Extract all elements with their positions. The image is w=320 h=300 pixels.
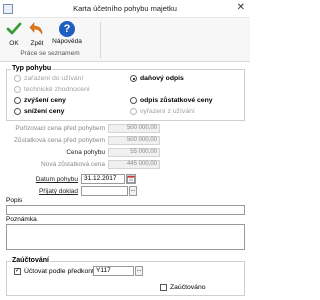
ribbon-toolbar: OK Zpět ? Nápověda Práce se seznamem: [0, 18, 250, 62]
predefinition-browse-button[interactable]: ...: [135, 266, 143, 276]
acquisition-before-label: Pořizovací cena před pohybem: [15, 125, 105, 132]
date-label: Datum pohybu: [35, 176, 78, 183]
radio-dot: [130, 75, 137, 82]
back-label: Zpět: [30, 40, 44, 47]
radio-danovy-odpis[interactable]: daňový odpis: [130, 75, 184, 82]
new-residual-label: Nová zůstatková cena: [41, 161, 105, 168]
document-browse-button[interactable]: ...: [129, 186, 137, 196]
accounting-legend: Zaúčtování: [11, 257, 50, 264]
radio-label: vyřazení z užívání: [140, 108, 195, 115]
document-label: Přijatý doklad: [38, 188, 78, 195]
ok-label: OK: [9, 40, 19, 47]
checkmark-icon: [6, 22, 22, 35]
checkbox-box: ✓: [14, 268, 21, 275]
radio-label: technické zhodnocení: [24, 86, 90, 93]
description-label: Popis: [6, 197, 23, 204]
ribbon-group-label: Práce se seznamem: [20, 50, 80, 57]
radio-label: snížení ceny: [24, 108, 65, 115]
radio-odpis-zustatkove-ceny[interactable]: odpis zůstatkové ceny: [130, 97, 213, 104]
note-label: Poznámka: [6, 216, 37, 223]
document-input[interactable]: [81, 186, 128, 196]
movement-type-legend: Typ pohybu: [11, 65, 53, 72]
checkbox-box: [160, 284, 167, 291]
radio-dot: [130, 97, 137, 104]
date-input[interactable]: 31.12.2017: [81, 174, 125, 184]
movement-price-label: Cena pohybu: [66, 149, 105, 156]
radio-label: daňový odpis: [140, 75, 184, 82]
radio-dot: [14, 75, 21, 82]
ok-button[interactable]: OK: [5, 21, 23, 47]
help-button[interactable]: ? Nápověda: [52, 21, 82, 45]
back-arrow-icon: [29, 22, 43, 35]
note-textarea[interactable]: [6, 224, 245, 250]
description-input[interactable]: [6, 205, 245, 215]
radio-vyrazeni[interactable]: vyřazení z užívání: [130, 108, 195, 115]
ribbon-separator: [100, 22, 101, 58]
new-residual-value: 445 000,00: [108, 160, 160, 169]
calendar-icon: [127, 175, 135, 183]
radio-label: odpis zůstatkové ceny: [140, 97, 213, 104]
radio-snizeni-ceny[interactable]: snížení ceny: [14, 108, 64, 115]
radio-dot: [14, 97, 21, 104]
close-icon[interactable]: ✕: [237, 2, 245, 13]
radio-dot: [14, 86, 21, 93]
radio-zvyseni-ceny[interactable]: zvýšení ceny: [14, 97, 66, 104]
predefinition-input[interactable]: Y117: [93, 266, 134, 276]
help-glyph: ?: [63, 23, 71, 35]
title-bar: Karta účetního pohybu majetku ✕: [0, 0, 250, 18]
help-label: Nápověda: [52, 38, 82, 45]
radio-dot: [130, 108, 137, 115]
window-title: Karta účetního pohybu majetku: [73, 4, 177, 13]
residual-before-value: 500 000,00: [108, 136, 160, 145]
radio-technicke-zhodnoceni[interactable]: technické zhodnocení: [14, 86, 90, 93]
radio-zarazeni[interactable]: zařazení do užívání: [14, 75, 83, 82]
calendar-button[interactable]: [126, 174, 136, 184]
radio-dot: [14, 108, 21, 115]
acquisition-before-value: 500 000,00: [108, 124, 160, 133]
posted-checkbox[interactable]: Zaúčtováno: [160, 284, 206, 291]
checkbox-label: Zaúčtováno: [170, 284, 206, 291]
movement-price-value: 55 000,00: [108, 148, 160, 157]
back-button[interactable]: Zpět: [26, 21, 48, 47]
residual-before-label: Zůstatková cena před pohybem: [13, 137, 105, 144]
radio-label: zařazení do užívání: [24, 75, 84, 82]
radio-label: zvýšení ceny: [24, 97, 66, 104]
help-icon: ?: [59, 21, 75, 37]
by-predefinition-checkbox[interactable]: ✓ Účtovat podle předkontace: [14, 268, 105, 275]
